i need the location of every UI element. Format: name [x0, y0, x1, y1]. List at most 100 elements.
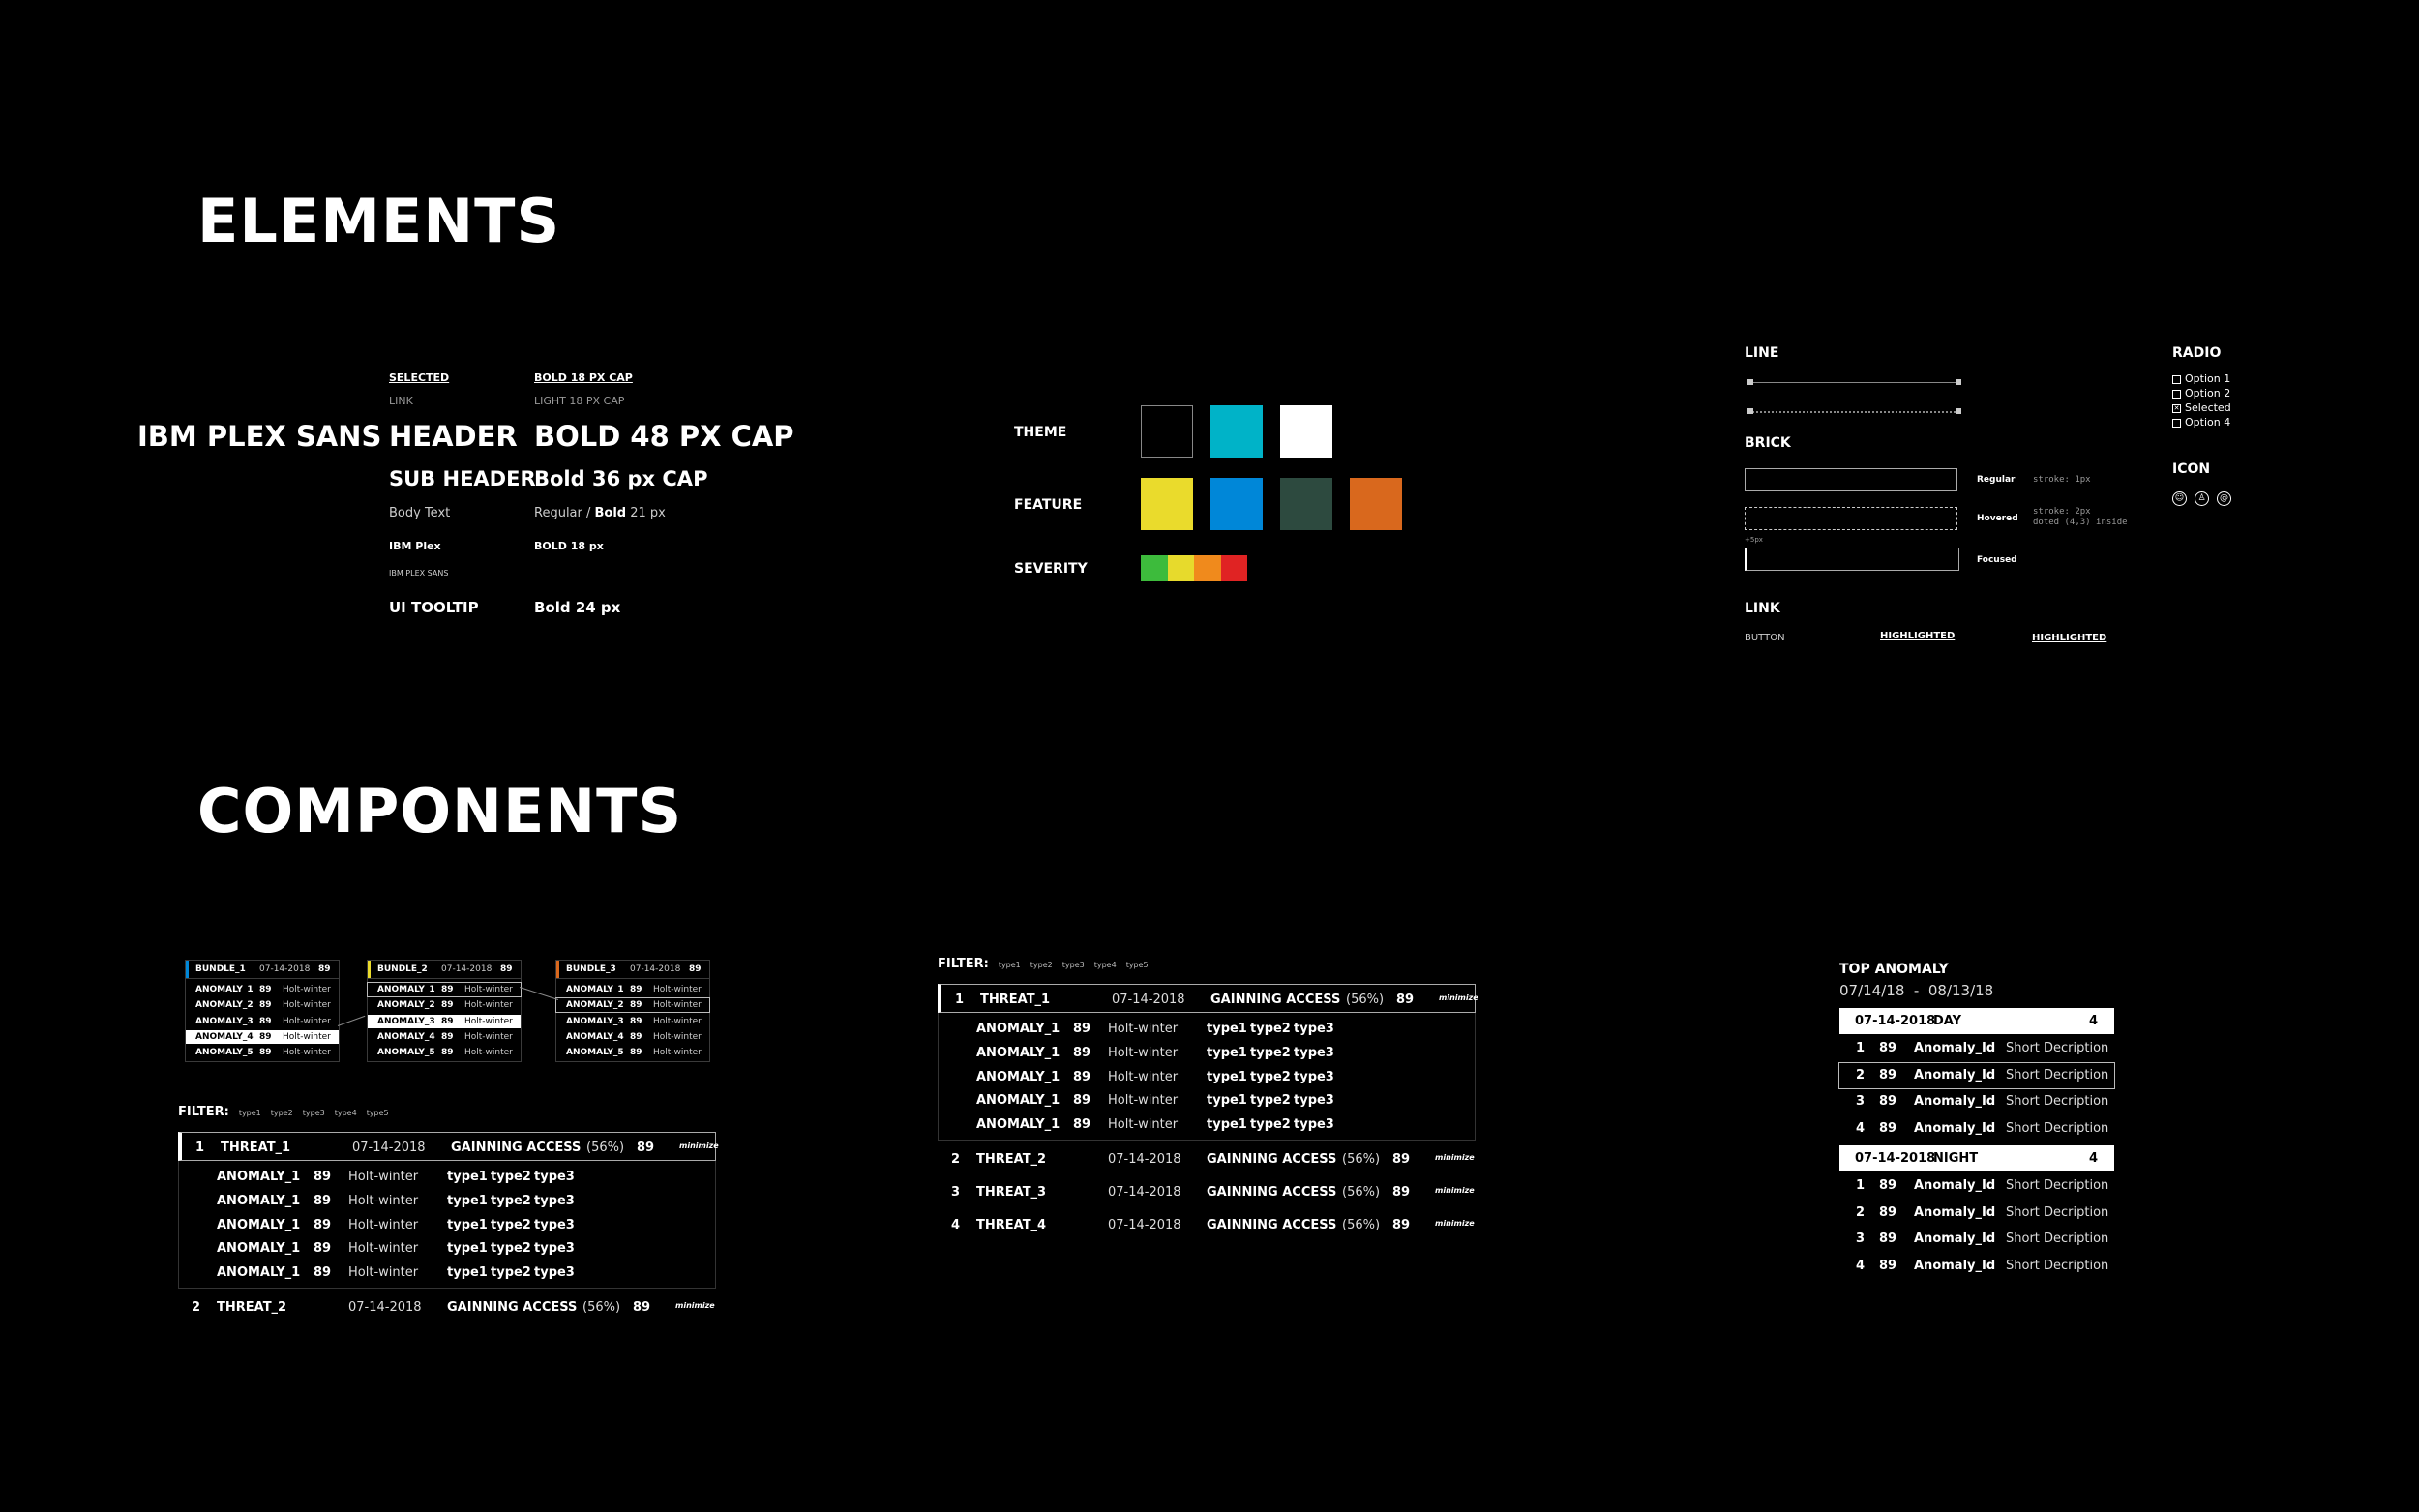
anomaly-type-3[interactable]: type3	[1294, 1070, 1334, 1084]
button-link[interactable]: BUTTON	[1745, 633, 1785, 643]
table-row[interactable]: ANOMALY_5 89 Holt-winter	[556, 1046, 709, 1059]
table-row[interactable]: ANOMALY_2 89 Holt-winter	[555, 997, 710, 1014]
anomaly-type-1[interactable]: type1	[447, 1170, 488, 1184]
filter-type-3[interactable]: type3	[303, 1109, 325, 1117]
threat-row[interactable]: 4 THREAT_4 07-14-2018 GAINNING ACCESS (56%) 8…	[938, 1210, 1476, 1239]
anomaly-list-item[interactable]: 3 89 Anomaly_Id Short Decription	[1839, 1089, 2114, 1114]
anomaly-sub-row[interactable]: ANOMALY_1 89 Holt-winter type1 type2 type3	[178, 1237, 716, 1260]
minimize-button[interactable]: minimize	[679, 1141, 719, 1150]
anomaly-type-3[interactable]: type3	[534, 1194, 575, 1208]
bundle-header[interactable]: BUNDLE_1 07-14-2018 89	[186, 961, 339, 979]
anomaly-type-3[interactable]: type3	[534, 1265, 575, 1280]
anomaly-type-3[interactable]: type3	[534, 1218, 575, 1232]
bundle-card[interactable]: BUNDLE_3 07-14-2018 89 ANOMALY_1 89 Holt-wint…	[555, 960, 710, 1062]
minimize-button[interactable]: minimize	[1439, 993, 1478, 1002]
line-handle-left[interactable]	[1747, 379, 1753, 385]
bundle-card[interactable]: BUNDLE_2 07-14-2018 89 ANOMALY_1 89 Holt-wint…	[367, 960, 522, 1062]
anomaly-type-3[interactable]: type3	[534, 1241, 575, 1256]
anomaly-type-1[interactable]: type1	[1207, 1093, 1247, 1108]
threat-row[interactable]: 1 THREAT_1 07-14-2018 GAINNING ACCESS (56%) 8…	[938, 984, 1478, 1013]
anomaly-type-3[interactable]: type3	[1294, 1022, 1334, 1036]
anomaly-list-item[interactable]: 3 89 Anomaly_Id Short Decription	[1839, 1227, 2114, 1252]
line-handle-right[interactable]	[1956, 379, 1961, 385]
filter-type-4[interactable]: type4	[1094, 961, 1117, 969]
highlighted-link-2[interactable]: HIGHLIGHTED	[2032, 633, 2106, 643]
anomaly-type-1[interactable]: type1	[447, 1265, 488, 1280]
radio-option-4[interactable]: Option 4	[2172, 416, 2230, 429]
table-row[interactable]: ANOMALY_4 89 Holt-winter	[556, 1030, 709, 1044]
table-row[interactable]: ANOMALY_2 89 Holt-winter	[186, 998, 339, 1012]
filter-type-5[interactable]: type5	[367, 1109, 389, 1117]
anomaly-group-header[interactable]: 07-14-2018 NIGHT 4	[1839, 1145, 2114, 1171]
filter-type-5[interactable]: type5	[1126, 961, 1149, 969]
threat-row[interactable]: 2 THREAT_2 07-14-2018 GAINNING ACCESS (56%) 8…	[178, 1292, 716, 1321]
anomaly-list-item[interactable]: 4 89 Anomaly_Id Short Decription	[1839, 1116, 2114, 1141]
filter-type-1[interactable]: type1	[999, 961, 1021, 969]
filter-type-4[interactable]: type4	[335, 1109, 357, 1117]
anomaly-type-2[interactable]: type2	[491, 1265, 531, 1280]
anomaly-type-1[interactable]: type1	[1207, 1117, 1247, 1132]
table-row[interactable]: ANOMALY_1 89 Holt-winter	[186, 983, 339, 996]
user-icon[interactable]: ♙	[2195, 491, 2209, 506]
anomaly-type-3[interactable]: type3	[534, 1170, 575, 1184]
minimize-button[interactable]: minimize	[1435, 1186, 1475, 1195]
anomaly-type-2[interactable]: type2	[491, 1241, 531, 1256]
table-row[interactable]: ANOMALY_4 89 Holt-winter	[186, 1029, 339, 1044]
anomaly-type-3[interactable]: type3	[1294, 1117, 1334, 1132]
table-row[interactable]: ANOMALY_2 89 Holt-winter	[368, 998, 521, 1012]
table-row[interactable]: ANOMALY_5 89 Holt-winter	[186, 1046, 339, 1059]
anomaly-list-item[interactable]: 2 89 Anomaly_Id Short Decription	[1839, 1201, 2114, 1226]
anomaly-type-2[interactable]: type2	[491, 1194, 531, 1208]
anomaly-sub-row[interactable]: ANOMALY_1 89 Holt-winter type1 type2 type3	[178, 1166, 716, 1189]
anomaly-type-1[interactable]: type1	[447, 1241, 488, 1256]
bundle-header[interactable]: BUNDLE_2 07-14-2018 89	[368, 961, 521, 979]
anomaly-sub-row[interactable]: ANOMALY_1 89 Holt-winter type1 type2 type3	[938, 1066, 1476, 1089]
anomaly-sub-row[interactable]: ANOMALY_1 89 Holt-winter type1 type2 type3	[938, 1113, 1476, 1137]
highlighted-link-1[interactable]: HIGHLIGHTED	[1880, 631, 1955, 641]
table-row[interactable]: ANOMALY_4 89 Holt-winter	[368, 1030, 521, 1044]
smile-icon[interactable]: ☺	[2172, 491, 2187, 506]
bundle-card[interactable]: BUNDLE_1 07-14-2018 89 ANOMALY_1 89 Holt-wint…	[185, 960, 340, 1062]
brick-focused[interactable]	[1745, 548, 1959, 571]
table-row[interactable]: ANOMALY_1 89 Holt-winter	[556, 983, 709, 996]
anomaly-sub-row[interactable]: ANOMALY_1 89 Holt-winter type1 type2 type3	[178, 1214, 716, 1237]
dotted-handle-right[interactable]	[1956, 408, 1961, 414]
radio-option-selected[interactable]: ✕ Selected	[2172, 401, 2231, 414]
threat-row[interactable]: 3 THREAT_3 07-14-2018 GAINNING ACCESS (56%) 8…	[938, 1177, 1476, 1206]
anomaly-type-2[interactable]: type2	[1250, 1070, 1291, 1084]
filter-type-3[interactable]: type3	[1062, 961, 1085, 969]
anomaly-type-2[interactable]: type2	[1250, 1046, 1291, 1060]
anomaly-type-3[interactable]: type3	[1294, 1046, 1334, 1060]
minimize-button[interactable]: minimize	[675, 1301, 715, 1310]
radio-option-2[interactable]: Option 2	[2172, 387, 2230, 400]
anomaly-type-2[interactable]: type2	[491, 1170, 531, 1184]
brick-regular[interactable]	[1745, 468, 1957, 491]
anomaly-group-header[interactable]: 07-14-2018 DAY 4	[1839, 1008, 2114, 1034]
anomaly-sub-row[interactable]: ANOMALY_1 89 Holt-winter type1 type2 type3	[938, 1089, 1476, 1112]
table-row[interactable]: ANOMALY_5 89 Holt-winter	[368, 1046, 521, 1059]
anomaly-sub-row[interactable]: ANOMALY_1 89 Holt-winter type1 type2 type3	[938, 1042, 1476, 1065]
anomaly-sub-row[interactable]: ANOMALY_1 89 Holt-winter type1 type2 type3	[178, 1190, 716, 1213]
bundle-header[interactable]: BUNDLE_3 07-14-2018 89	[556, 961, 709, 979]
anomaly-type-2[interactable]: type2	[491, 1218, 531, 1232]
filter-type-2[interactable]: type2	[1030, 961, 1053, 969]
at-icon[interactable]: @	[2217, 491, 2231, 506]
anomaly-type-3[interactable]: type3	[1294, 1093, 1334, 1108]
anomaly-type-1[interactable]: type1	[447, 1194, 488, 1208]
radio-option-1[interactable]: Option 1	[2172, 372, 2230, 385]
dotted-handle-left[interactable]	[1747, 408, 1753, 414]
anomaly-sub-row[interactable]: ANOMALY_1 89 Holt-winter type1 type2 type3	[178, 1261, 716, 1285]
anomaly-type-2[interactable]: type2	[1250, 1022, 1291, 1036]
filter-type-2[interactable]: type2	[271, 1109, 293, 1117]
table-row[interactable]: ANOMALY_3 89 Holt-winter	[368, 1014, 521, 1028]
table-row[interactable]: ANOMALY_3 89 Holt-winter	[556, 1015, 709, 1028]
table-row[interactable]: ANOMALY_3 89 Holt-winter	[186, 1015, 339, 1028]
anomaly-type-1[interactable]: type1	[1207, 1070, 1247, 1084]
anomaly-list-item[interactable]: 1 89 Anomaly_Id Short Decription	[1839, 1173, 2114, 1199]
anomaly-type-1[interactable]: type1	[1207, 1046, 1247, 1060]
anomaly-type-1[interactable]: type1	[447, 1218, 488, 1232]
minimize-button[interactable]: minimize	[1435, 1153, 1475, 1162]
filter-type-1[interactable]: type1	[239, 1109, 261, 1117]
anomaly-list-item[interactable]: 1 89 Anomaly_Id Short Decription	[1839, 1036, 2114, 1061]
minimize-button[interactable]: minimize	[1435, 1219, 1475, 1228]
